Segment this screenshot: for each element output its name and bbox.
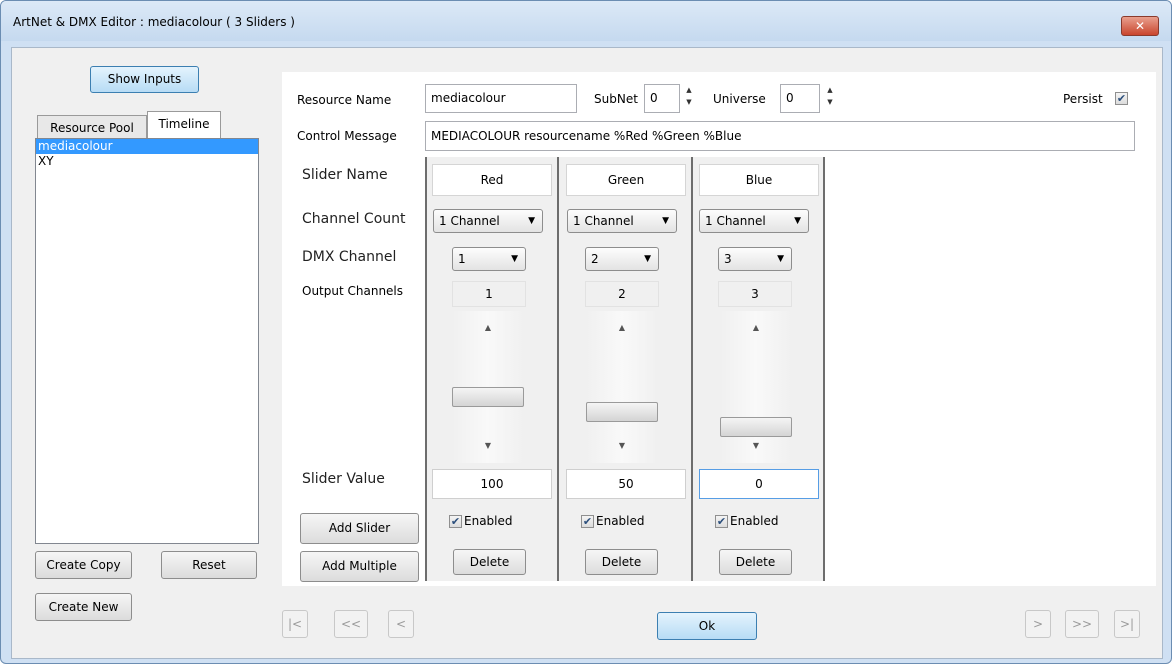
control-message-label: Control Message [297, 129, 397, 143]
enabled-checkbox[interactable]: ✔ [449, 515, 462, 528]
slider-value-field[interactable]: 0 [699, 469, 819, 499]
spin-up-icon[interactable]: ▲ [684, 86, 694, 95]
persist-checkbox[interactable]: ✔ [1115, 92, 1128, 105]
spin-down-icon[interactable]: ▼ [720, 441, 792, 450]
slider-name-field[interactable]: Blue [699, 164, 819, 196]
dropdown-arrow-icon: ▼ [528, 216, 535, 226]
editor-window: ArtNet & DMX Editor : mediacolour ( 3 Sl… [0, 0, 1172, 664]
list-item[interactable]: mediacolour [36, 139, 258, 154]
slider-name-label: Slider Name [302, 167, 388, 183]
slider-value-field[interactable]: 100 [432, 469, 552, 499]
subnet-field[interactable]: 0 [644, 84, 680, 113]
tab-timeline[interactable]: Timeline [147, 111, 221, 138]
universe-label: Universe [713, 92, 766, 106]
slider-thumb[interactable] [452, 387, 524, 407]
create-copy-button[interactable]: Create Copy [35, 551, 132, 579]
slider-track[interactable]: ▲ ▼ [586, 311, 658, 463]
resource-name-field[interactable]: mediacolour [425, 84, 577, 113]
delete-button[interactable]: Delete [453, 549, 526, 575]
dropdown-arrow-icon: ▼ [644, 254, 651, 264]
list-item[interactable]: XY [36, 154, 258, 169]
previous-button[interactable]: < [388, 610, 414, 638]
channel-count-dropdown[interactable]: 1 Channel ▼ [699, 209, 809, 233]
delete-button[interactable]: Delete [585, 549, 658, 575]
window-title: ArtNet & DMX Editor : mediacolour ( 3 Sl… [13, 15, 295, 29]
dialog-client: Show Inputs Resource Pool Timeline media… [11, 47, 1163, 659]
enabled-label: Enabled [464, 514, 513, 528]
last-button[interactable]: >| [1114, 610, 1140, 638]
resource-name-label: Resource Name [297, 93, 392, 107]
channel-count-dropdown[interactable]: 1 Channel ▼ [433, 209, 543, 233]
universe-field[interactable]: 0 [780, 84, 820, 113]
spin-up-icon[interactable]: ▲ [825, 86, 835, 95]
dmx-channel-dropdown[interactable]: 1 ▼ [452, 247, 526, 271]
spin-up-icon[interactable]: ▲ [586, 323, 658, 332]
channel-count-value: 1 Channel [439, 214, 500, 228]
dmx-channel-label: DMX Channel [302, 249, 397, 265]
spin-down-icon[interactable]: ▼ [684, 98, 694, 107]
first-button[interactable]: |< [282, 610, 308, 638]
ok-button[interactable]: Ok [657, 612, 757, 640]
output-channels-value: 2 [585, 281, 659, 307]
slider-value-field[interactable]: 50 [566, 469, 686, 499]
checkmark-icon: ✔ [582, 515, 593, 528]
previous-page-button[interactable]: << [334, 610, 368, 638]
dmx-channel-dropdown[interactable]: 2 ▼ [585, 247, 659, 271]
spin-up-icon[interactable]: ▲ [720, 323, 792, 332]
spin-down-icon[interactable]: ▼ [452, 441, 524, 450]
dropdown-arrow-icon: ▼ [662, 216, 669, 226]
add-multiple-button[interactable]: Add Multiple [300, 551, 419, 582]
slider-thumb[interactable] [720, 417, 792, 437]
close-button[interactable]: ✕ [1121, 16, 1159, 36]
spin-down-icon[interactable]: ▼ [586, 441, 658, 450]
slider-name-field[interactable]: Red [432, 164, 552, 196]
output-channels-value: 1 [452, 281, 526, 307]
dmx-channel-value: 2 [591, 252, 599, 266]
persist-label: Persist [1063, 92, 1103, 106]
slider-track[interactable]: ▲ ▼ [720, 311, 792, 463]
enabled-label: Enabled [596, 514, 645, 528]
slider-column-red: Red 1 Channel ▼ 1 ▼ 1 ▲ ▼ 100 ✔ Enabled De… [425, 157, 559, 581]
channel-count-dropdown[interactable]: 1 Channel ▼ [567, 209, 677, 233]
subnet-label: SubNet [594, 92, 638, 106]
channel-count-value: 1 Channel [573, 214, 634, 228]
add-slider-button[interactable]: Add Slider [300, 513, 419, 544]
channel-count-value: 1 Channel [705, 214, 766, 228]
dropdown-arrow-icon: ▼ [777, 254, 784, 264]
next-button[interactable]: > [1025, 610, 1051, 638]
dmx-channel-value: 3 [724, 252, 732, 266]
control-message-field[interactable]: MEDIACOLOUR resourcename %Red %Green %Bl… [425, 121, 1135, 151]
tab-resource-pool[interactable]: Resource Pool [37, 115, 147, 139]
slider-column-blue: Blue 1 Channel ▼ 3 ▼ 3 ▲ ▼ 0 ✔ Enabled Del… [693, 157, 825, 581]
slider-track[interactable]: ▲ ▼ [452, 311, 524, 463]
checkmark-icon: ✔ [1116, 92, 1127, 105]
delete-button[interactable]: Delete [719, 549, 792, 575]
channel-count-label: Channel Count [302, 211, 406, 227]
checkmark-icon: ✔ [716, 515, 727, 528]
dmx-channel-dropdown[interactable]: 3 ▼ [718, 247, 792, 271]
resource-list[interactable]: mediacolour XY [35, 138, 259, 544]
next-page-button[interactable]: >> [1065, 610, 1099, 638]
enabled-checkbox[interactable]: ✔ [715, 515, 728, 528]
enabled-checkbox[interactable]: ✔ [581, 515, 594, 528]
create-new-button[interactable]: Create New [35, 593, 132, 621]
dropdown-arrow-icon: ▼ [794, 216, 801, 226]
slider-column-green: Green 1 Channel ▼ 2 ▼ 2 ▲ ▼ 50 ✔ Enabled D… [559, 157, 693, 581]
dropdown-arrow-icon: ▼ [511, 254, 518, 264]
dmx-channel-value: 1 [458, 252, 466, 266]
spin-down-icon[interactable]: ▼ [825, 98, 835, 107]
slider-value-label: Slider Value [302, 471, 385, 487]
output-channels-label: Output Channels [302, 284, 404, 298]
show-inputs-button[interactable]: Show Inputs [90, 66, 199, 93]
reset-button[interactable]: Reset [161, 551, 257, 579]
slider-name-field[interactable]: Green [566, 164, 686, 196]
enabled-label: Enabled [730, 514, 779, 528]
spin-up-icon[interactable]: ▲ [452, 323, 524, 332]
output-channels-value: 3 [718, 281, 792, 307]
slider-thumb[interactable] [586, 402, 658, 422]
checkmark-icon: ✔ [450, 515, 461, 528]
title-bar[interactable]: ArtNet & DMX Editor : mediacolour ( 3 Sl… [1, 1, 1171, 41]
